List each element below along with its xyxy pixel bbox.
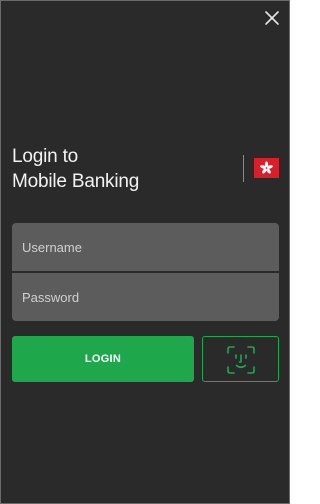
face-id-button[interactable] [202,336,279,382]
page-title-line-1: Login to [12,146,79,167]
page-title-line-2: Mobile Banking [12,171,140,192]
login-button[interactable]: LOGIN [12,336,194,382]
username-input[interactable] [12,223,279,271]
close-icon [265,11,279,25]
login-screen: Login to Mobile Banking LOGIN [0,0,290,504]
face-id-icon [227,346,255,374]
page-title: Login to Mobile Banking [12,144,139,194]
login-form [12,223,279,321]
password-input[interactable] [12,273,279,321]
close-button[interactable] [263,9,281,27]
hong-kong-flag-icon [254,158,279,178]
region-selector[interactable] [254,158,279,178]
title-divider [243,155,244,182]
